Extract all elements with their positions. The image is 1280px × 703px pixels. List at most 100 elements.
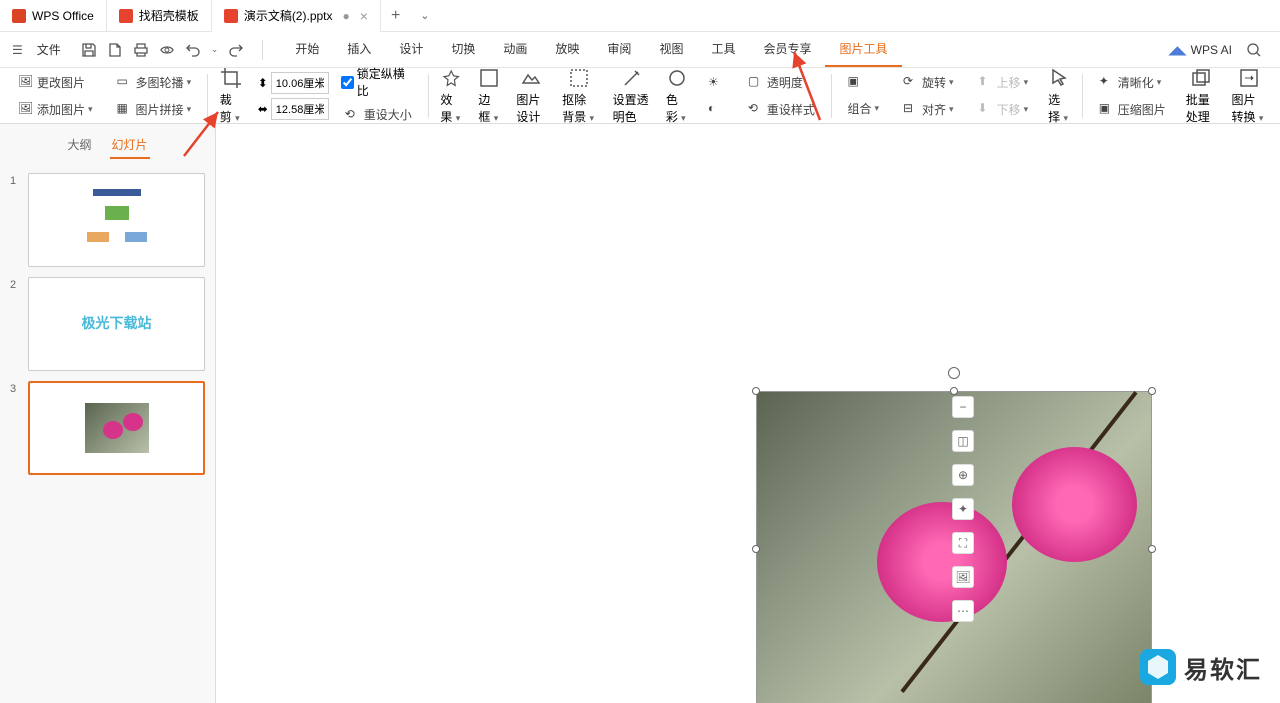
transparency-button[interactable]: ▢透明度 (744, 71, 819, 94)
float-minus[interactable]: − (952, 396, 974, 418)
height-spinner[interactable]: ▲▼ (318, 76, 325, 90)
tab-picture-tools[interactable]: 图片工具 (825, 32, 901, 67)
select-button[interactable]: 选择 ▾ (1042, 65, 1076, 127)
new-tab-button[interactable]: + (381, 7, 410, 25)
floating-toolbar: − ◫ ⊕ ✦ ⛶ 🖼 ⋯ (952, 396, 974, 622)
convert-button[interactable]: 图片转换 ▾ (1225, 65, 1272, 127)
slides-tab[interactable]: 幻灯片 (110, 132, 150, 159)
resize-handle-w[interactable] (752, 545, 760, 553)
align-icon: ⊟ (903, 101, 919, 117)
change-image-button[interactable]: 🖼更改图片 (14, 71, 97, 94)
width-input[interactable]: ⬌ ▲▼ (258, 98, 325, 120)
border-button[interactable]: 边框 ▾ (472, 65, 506, 127)
reset-style-icon: ⟲ (748, 101, 764, 117)
tab-tools[interactable]: 工具 (697, 32, 749, 67)
ribbon-tabs: 开始 插入 设计 切换 动画 放映 审阅 视图 工具 会员专享 图片工具 (281, 32, 901, 67)
reset-style-button[interactable]: ⟲重设样式 (744, 98, 819, 121)
brightness-button[interactable]: ☀ (704, 72, 728, 94)
resize-handle-n[interactable] (950, 387, 958, 395)
clarity-icon: ✦ (1099, 74, 1115, 90)
pic-merge-button[interactable]: ▦图片拼接▾ (113, 98, 196, 121)
float-more[interactable]: ⋯ (952, 600, 974, 622)
tab-review[interactable]: 审阅 (593, 32, 645, 67)
move-down-button[interactable]: ⬇下移▾ (974, 98, 1033, 121)
tab-template[interactable]: 找稻壳模板 (107, 0, 212, 32)
resize-handle-ne[interactable] (1148, 387, 1156, 395)
float-image[interactable]: 🖼 (952, 566, 974, 588)
design-icon (520, 67, 542, 89)
sun-icon: ☀ (708, 75, 724, 91)
tab-design[interactable]: 设计 (385, 32, 437, 67)
combine-top-button[interactable]: ▣ (843, 71, 883, 93)
tab-view[interactable]: 视图 (645, 32, 697, 67)
tab-transition[interactable]: 切换 (437, 32, 489, 67)
search-icon[interactable] (1246, 42, 1262, 58)
float-zoom[interactable]: ⊕ (952, 464, 974, 486)
watermark-logo-icon (1140, 649, 1176, 685)
tab-animation[interactable]: 动画 (489, 32, 541, 67)
ppt-icon (224, 9, 238, 23)
outline-tab[interactable]: 大纲 (65, 132, 93, 159)
reset-size-button[interactable]: ⟲重设大小 (341, 103, 416, 126)
contrast-button[interactable]: ◐ (704, 98, 728, 120)
rotate-button[interactable]: ⟳旋转▾ (899, 71, 958, 94)
preview-icon[interactable] (159, 42, 175, 58)
batch-button[interactable]: 批量处理 (1180, 65, 1222, 127)
close-icon[interactable]: × (360, 8, 368, 24)
pic-design-button[interactable]: 图片设计 (510, 65, 552, 127)
float-magic[interactable]: ✦ (952, 498, 974, 520)
tab-start[interactable]: 开始 (281, 32, 333, 67)
combine-button[interactable]: 组合▾ (843, 97, 883, 120)
height-input[interactable]: ⬍ ▲▼ (258, 72, 325, 94)
menubar: ☰ 文件 ⌄ 开始 插入 设计 切换 动画 放映 审阅 视图 工具 会员专享 图… (0, 32, 1280, 68)
modified-indicator: ● (343, 9, 350, 23)
compress-icon: ▣ (1099, 101, 1115, 117)
thumbnail-3[interactable]: 3 (10, 381, 205, 475)
tab-presentation[interactable]: 演示文稿(2).pptx ● × (212, 0, 381, 32)
wps-ai-button[interactable]: ◢◣ WPS AI (1168, 43, 1232, 57)
hamburger-icon[interactable]: ☰ (8, 39, 27, 61)
rotate-handle[interactable] (948, 367, 960, 379)
clarity-button[interactable]: ✦清晰化▾ (1095, 71, 1170, 94)
tab-slideshow[interactable]: 放映 (541, 32, 593, 67)
tab-label: 找稻壳模板 (139, 7, 199, 24)
redo-icon[interactable] (228, 42, 244, 58)
tab-wps-office[interactable]: WPS Office (0, 0, 107, 32)
effects-button[interactable]: 效果 ▾ (434, 65, 468, 127)
thumbnails: 1 2 极光下载站 3 (0, 167, 215, 703)
align-button[interactable]: ⊟对齐▾ (899, 98, 958, 121)
tab-insert[interactable]: 插入 (333, 32, 385, 67)
move-up-button[interactable]: ⬆上移▾ (974, 71, 1033, 94)
undo-dropdown[interactable]: ⌄ (211, 44, 219, 55)
insert-image-button[interactable]: 🖼添加图片▾ (14, 98, 97, 121)
compress-button[interactable]: ▣压缩图片 (1095, 98, 1170, 121)
thumbnail-2[interactable]: 2 极光下载站 (10, 277, 205, 371)
resize-handle-e[interactable] (1148, 545, 1156, 553)
canvas[interactable]: − ◫ ⊕ ✦ ⛶ 🖼 ⋯ (216, 124, 1280, 703)
select-icon (1048, 67, 1070, 89)
set-transparent-button[interactable]: 设置透明色 (607, 65, 656, 127)
width-spinner[interactable]: ▲▼ (318, 102, 325, 116)
float-crop[interactable]: ◫ (952, 430, 974, 452)
down-icon: ⬇ (978, 101, 994, 117)
resize-handle-nw[interactable] (752, 387, 760, 395)
save-icon[interactable] (81, 42, 97, 58)
tab-menu-dropdown[interactable]: ⌄ (410, 9, 439, 22)
float-expand[interactable]: ⛶ (952, 532, 974, 554)
file-menu[interactable]: 文件 (29, 37, 69, 62)
crop-icon (220, 67, 242, 89)
opacity-icon: ▢ (748, 74, 764, 90)
multi-outline-button[interactable]: ▭多图轮播▾ (113, 71, 196, 94)
picture-add-icon: 🖼 (18, 101, 34, 117)
undo-icon[interactable] (185, 42, 201, 58)
color-button[interactable]: 色彩 ▾ (660, 65, 694, 127)
print-icon[interactable] (133, 42, 149, 58)
export-icon[interactable] (107, 42, 123, 58)
thumbnail-1[interactable]: 1 (10, 173, 205, 267)
collage-icon: ▦ (117, 101, 133, 117)
wpsai-icon: ◢◣ (1168, 43, 1186, 57)
lock-ratio-checkbox[interactable]: 锁定纵横比 (341, 65, 416, 99)
tab-member[interactable]: 会员专享 (749, 32, 825, 67)
remove-bg-button[interactable]: 抠除背景 ▾ (556, 65, 603, 127)
crop-button[interactable]: 裁剪 ▾ (214, 65, 248, 127)
